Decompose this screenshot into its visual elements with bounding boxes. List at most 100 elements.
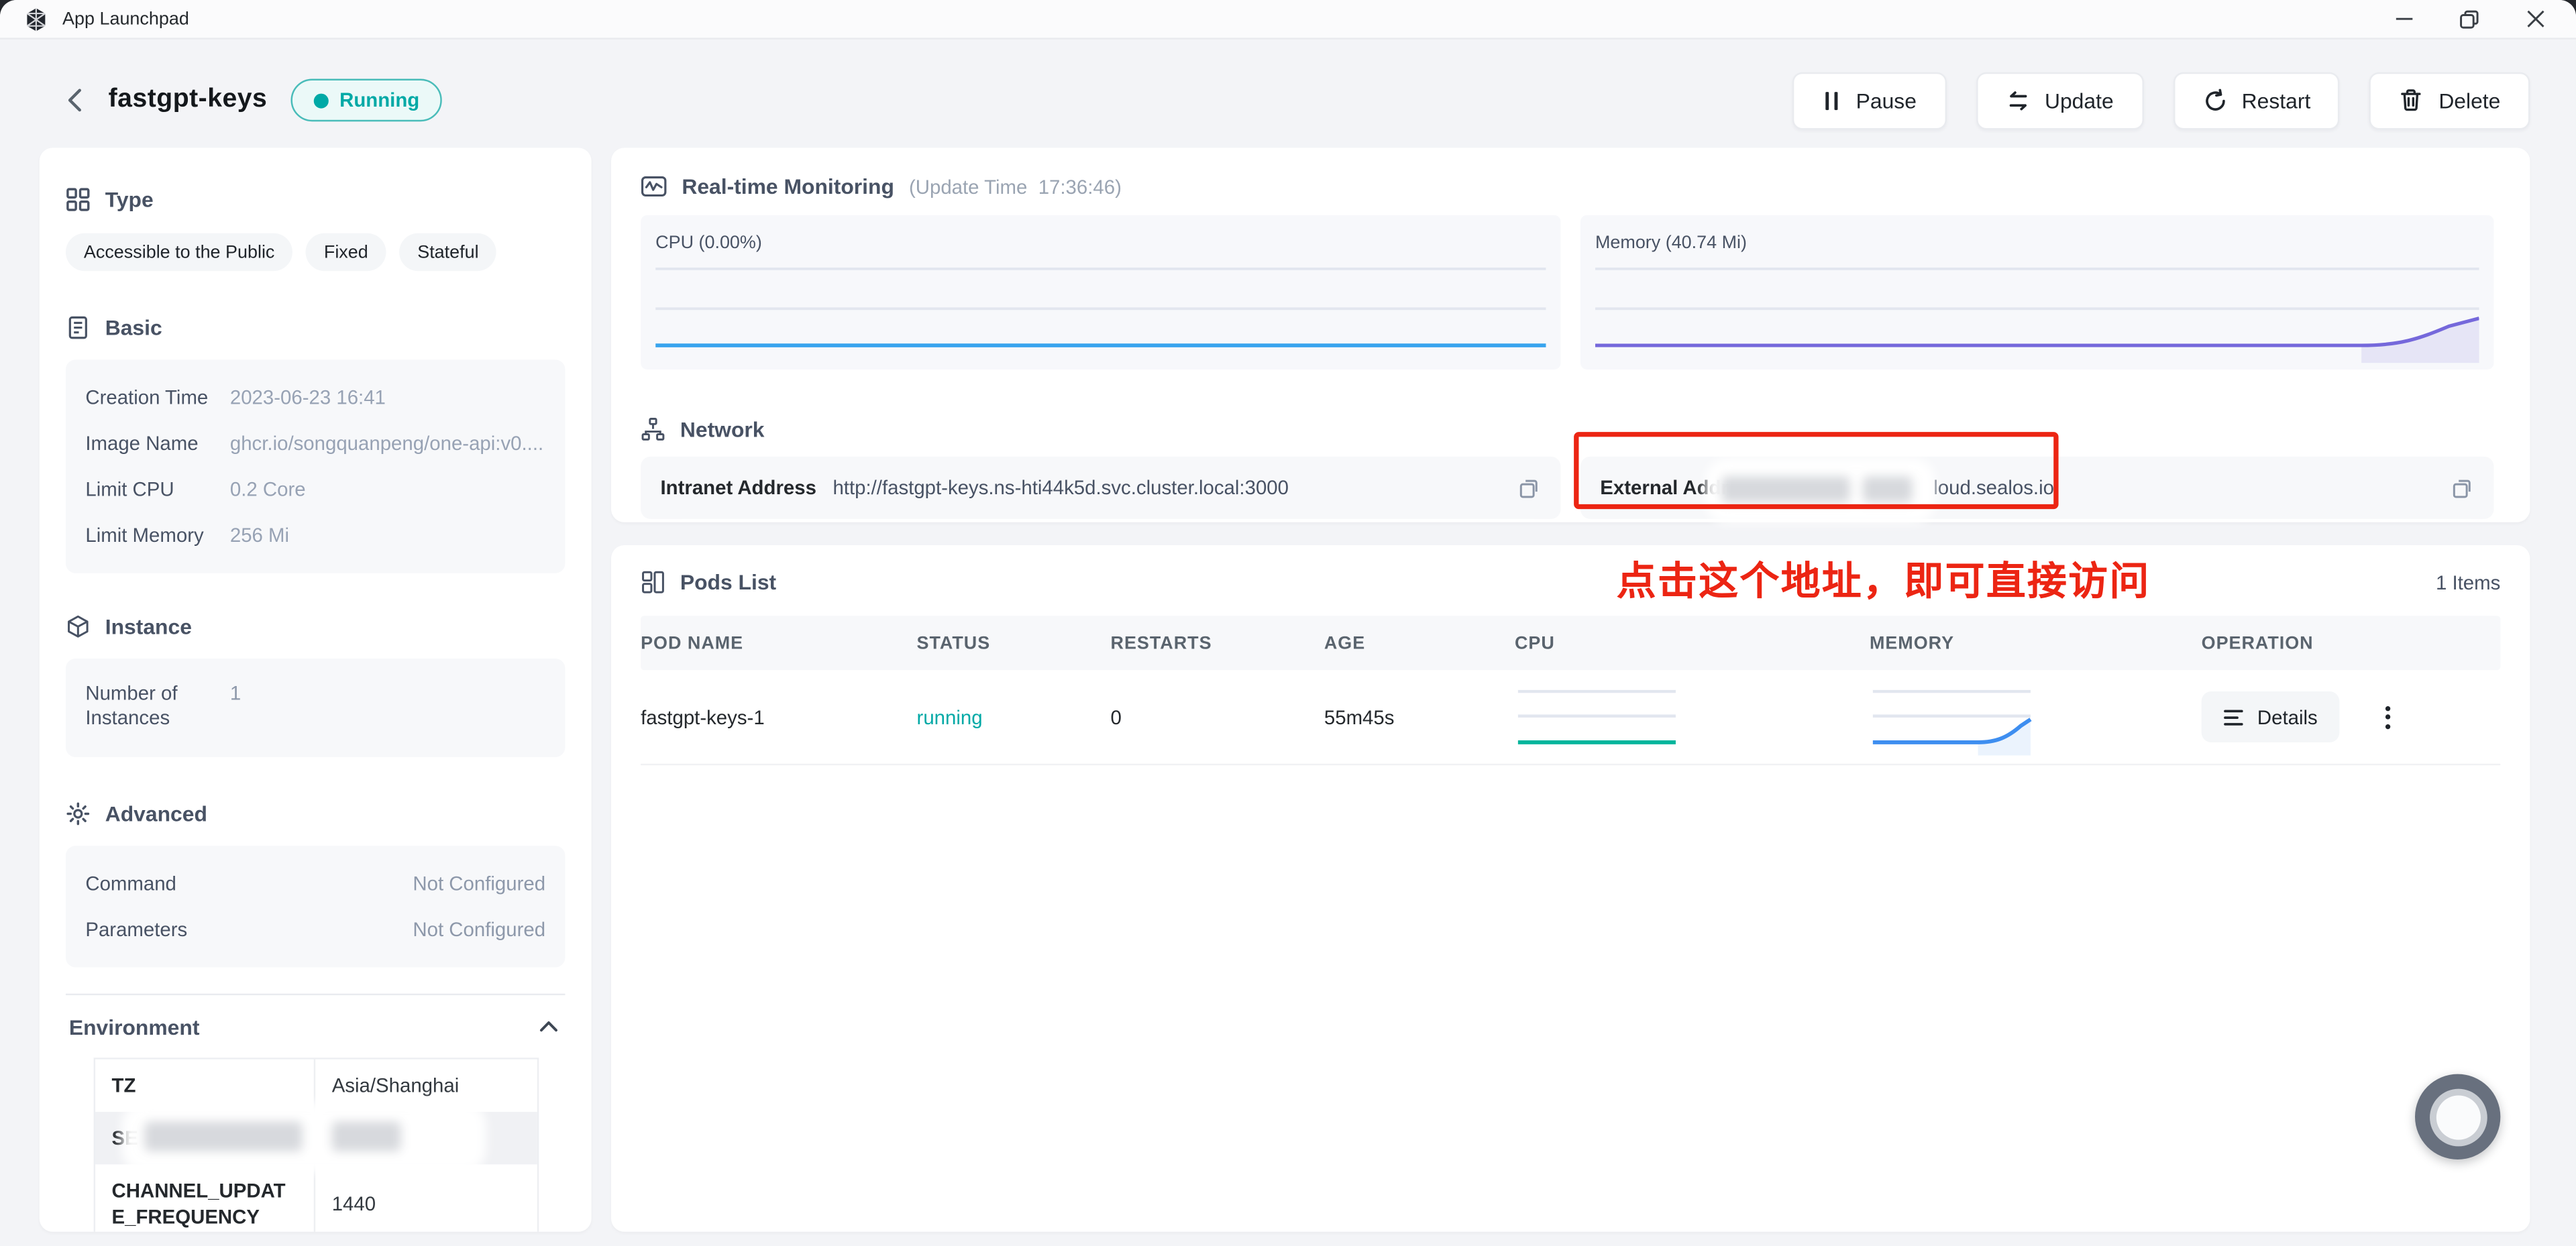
pods-table-header: POD NAME STATUS RESTARTS AGE CPU MEMORY …	[641, 616, 2500, 670]
intranet-label: Intranet Address	[660, 476, 816, 499]
environment-header: Environment	[66, 995, 565, 1051]
restart-icon	[2202, 88, 2227, 113]
redaction-blur	[1705, 458, 1935, 524]
pods-card: Pods List 1 Items POD NAME STATUS RESTAR…	[611, 545, 2530, 1232]
row-value: Not Configured	[413, 872, 545, 895]
page-header: fastgpt-keys Running Pause	[40, 62, 2530, 138]
type-section-title: Type	[105, 187, 154, 212]
row-label: Limit CPU	[85, 477, 230, 502]
network-header: Network	[611, 391, 2530, 442]
env-value: 1440	[315, 1164, 537, 1231]
row-label: Creation Time	[85, 385, 230, 410]
pod-memory-sparkline	[1870, 679, 2202, 755]
row-value: 1	[230, 681, 241, 706]
app-info-sidebar: Type Accessible to the Public Fixed Stat…	[40, 148, 592, 1231]
annotation-text: 点击这个地址，即可直接访问	[1617, 549, 2151, 606]
charts: CPU (0.00%) Memory (40.74 Mi)	[641, 215, 2500, 370]
collapse-button[interactable]	[535, 1017, 561, 1036]
pod-age: 55m45s	[1324, 705, 1515, 728]
row-label: Command	[85, 871, 176, 896]
update-button[interactable]: Update	[1976, 72, 2143, 129]
row-value: 0.2 Core	[230, 477, 306, 502]
chevron-up-icon	[539, 1020, 558, 1033]
delete-label: Delete	[2438, 88, 2500, 113]
row-value: 256 Mi	[230, 523, 289, 548]
update-label: Update	[2045, 88, 2114, 113]
restart-label: Restart	[2242, 88, 2311, 113]
copy-external-button[interactable]	[2449, 475, 2474, 500]
header-actions: Pause Update Restart	[1792, 72, 2530, 129]
row-label: Image Name	[85, 431, 230, 456]
cpu-chart-plot	[655, 251, 1546, 363]
col-cpu: CPU	[1515, 633, 1870, 653]
minimize-button[interactable]	[2392, 7, 2415, 30]
window-title: App Launchpad	[62, 9, 189, 28]
external-domain: loud.sealos.io	[1933, 476, 2054, 499]
monitoring-title: Real-time Monitoring	[682, 174, 894, 199]
pod-cpu-sparkline	[1515, 679, 1870, 755]
advanced-panel: Command Not Configured Parameters Not Co…	[66, 846, 565, 967]
col-status: STATUS	[917, 633, 1111, 653]
row-label: Number of Instances	[85, 681, 230, 730]
copy-intranet-button[interactable]	[1516, 475, 1541, 500]
cpu-sparkline-plot	[1515, 679, 1679, 755]
external-address-row[interactable]: External Addre loud.sealos.io	[1580, 457, 2494, 519]
basic-row-limit-memory: Limit Memory 256 Mi	[85, 512, 545, 559]
network-title: Network	[680, 417, 765, 442]
pods-title: Pods List	[680, 570, 776, 595]
memory-chart: Memory (40.74 Mi)	[1580, 215, 2494, 370]
screen: App Launchpad	[0, 0, 2576, 1246]
tag-stateful: Stateful	[399, 233, 496, 271]
instance-panel: Number of Instances 1	[66, 659, 565, 757]
more-actions-button[interactable]	[2378, 699, 2396, 735]
basic-panel: Creation Time 2023-06-23 16:41 Image Nam…	[66, 359, 565, 573]
copy-icon	[1516, 475, 1541, 500]
details-button[interactable]: Details	[2202, 691, 2339, 742]
pod-operations: Details	[2202, 691, 2501, 742]
restore-icon	[2459, 9, 2479, 28]
basic-row-image-name: Image Name ghcr.io/songquanpeng/one-api:…	[85, 420, 545, 467]
pod-restarts: 0	[1111, 705, 1324, 728]
pause-button[interactable]: Pause	[1792, 72, 1946, 129]
details-label: Details	[2257, 705, 2318, 728]
network-icon	[641, 417, 665, 442]
memory-chart-plot	[1595, 251, 2479, 363]
env-row-redacted: SE	[95, 1112, 537, 1164]
row-label: Limit Memory	[85, 523, 230, 548]
floating-assist-button[interactable]	[2415, 1074, 2500, 1159]
close-icon	[2526, 10, 2544, 28]
app-logo-icon	[23, 6, 49, 32]
pod-name: fastgpt-keys-1	[641, 705, 916, 728]
restore-button[interactable]	[2458, 7, 2481, 30]
close-button[interactable]	[2524, 7, 2546, 30]
instance-section-title: Instance	[105, 614, 192, 639]
advanced-section-title: Advanced	[105, 801, 207, 826]
advanced-row-parameters: Parameters Not Configured	[85, 907, 545, 953]
cpu-chart: CPU (0.00%)	[641, 215, 1560, 370]
restart-button[interactable]: Restart	[2173, 72, 2341, 129]
titlebar: App Launchpad	[0, 0, 2576, 40]
intranet-address-row: Intranet Address http://fastgpt-keys.ns-…	[641, 457, 1560, 519]
copy-icon	[2449, 475, 2474, 500]
network-rows: Intranet Address http://fastgpt-keys.ns-…	[641, 457, 2500, 519]
page-title: fastgpt-keys	[109, 85, 268, 115]
col-pod-name: POD NAME	[641, 633, 916, 653]
pods-count: 1 Items	[2436, 571, 2500, 593]
trash-icon	[2400, 87, 2424, 113]
env-row-channel-update: CHANNEL_UPDATE_FREQUENCY 1440	[95, 1164, 537, 1231]
delete-button[interactable]: Delete	[2369, 72, 2530, 129]
columns-icon	[641, 570, 665, 595]
type-section-header: Type	[66, 187, 565, 212]
pause-label: Pause	[1856, 88, 1917, 113]
chevron-left-icon	[64, 87, 87, 113]
memory-sparkline-plot	[1870, 679, 2034, 755]
row-value: Not Configured	[413, 918, 545, 941]
col-age: AGE	[1324, 633, 1515, 653]
pod-row: fastgpt-keys-1 running 0 55m45s	[641, 670, 2500, 765]
document-icon	[66, 315, 91, 340]
monitoring-update-time: (Update Time 17:36:46)	[909, 175, 1122, 198]
basic-section-title: Basic	[105, 315, 162, 340]
advanced-section-header: Advanced	[66, 801, 565, 826]
pod-status: running	[917, 705, 1111, 728]
back-button[interactable]	[52, 77, 99, 123]
